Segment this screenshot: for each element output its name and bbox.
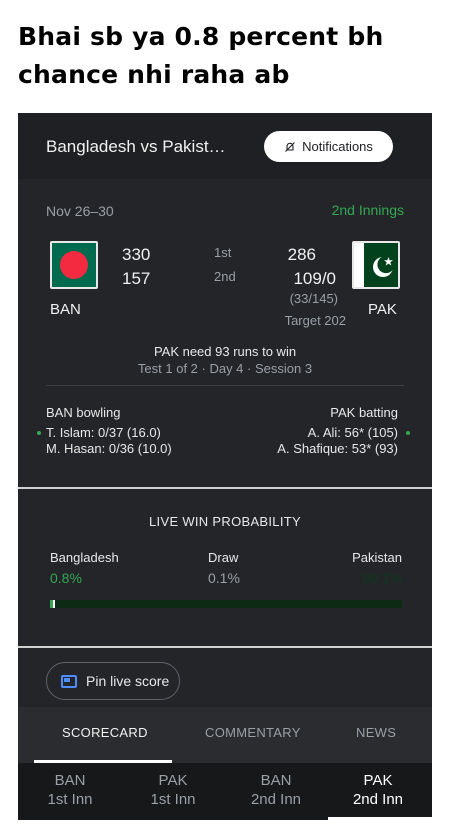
caption-line-2: chance nhi raha ab — [18, 60, 290, 89]
tab-pak-1st-inn[interactable]: PAK 1st Inn — [123, 771, 223, 809]
innings-2nd-label: 2nd — [214, 269, 236, 284]
target-text: Target 202 — [284, 313, 346, 328]
tab-ban-2nd-inn[interactable]: BAN 2nd Inn — [226, 771, 326, 809]
section-separator — [18, 487, 432, 489]
tab-inn: 1st Inn — [47, 791, 93, 808]
wp-draw-label: Draw — [208, 550, 239, 565]
innings-1st-label: 1st — [214, 245, 232, 260]
bangladesh-flag-icon — [50, 241, 98, 289]
bowler-row: M. Hasan: 0/36 (10.0) — [46, 441, 172, 456]
win-probability-bar — [50, 600, 402, 608]
bell-off-icon — [285, 141, 295, 152]
tab-commentary[interactable]: COMMENTARY — [205, 725, 301, 740]
tab-news[interactable]: NEWS — [356, 725, 396, 740]
meme-caption: Bhai sb ya 0.8 percent bh chance nhi rah… — [18, 18, 438, 94]
section-tabs: SCORECARD COMMENTARY NEWS — [18, 707, 432, 763]
active-innings-indicator — [328, 817, 432, 820]
match-header: Bangladesh vs Pakist… Notifications — [18, 113, 432, 179]
tab-team: BAN — [54, 772, 86, 789]
wp-pakistan-label: Pakistan — [352, 550, 402, 565]
notifications-button[interactable]: Notifications — [264, 131, 393, 162]
runs-needed-text: PAK need 93 runs to win — [153, 344, 297, 359]
innings-tabs: BAN 1st Inn PAK 1st Inn BAN 2nd Inn PAK … — [18, 763, 432, 820]
tab-team: PAK — [363, 772, 393, 789]
caption-line-1: Bhai sb ya 0.8 percent bh — [18, 22, 384, 51]
current-bowler-indicator — [37, 431, 41, 435]
match-status-text: Test 1 of 2 · Day 4 · Session 3 — [137, 361, 313, 376]
ban-2nd-innings-score: 157 — [122, 269, 151, 288]
ban-team-code: BAN — [50, 301, 81, 318]
wp-draw-value: 0.1% — [208, 570, 240, 586]
innings-label: 2nd Innings — [331, 202, 404, 218]
pakistan-flag-icon — [352, 241, 400, 289]
pin-live-score-label: Pin live score — [86, 673, 170, 689]
wp-bangladesh-label: Bangladesh — [50, 550, 119, 565]
tab-scorecard[interactable]: SCORECARD — [62, 725, 148, 740]
tab-inn: 2nd Inn — [250, 791, 302, 808]
bowling-heading: BAN bowling — [46, 405, 121, 420]
bowler-row: T. Islam: 0/37 (16.0) — [46, 425, 161, 440]
batting-heading: PAK batting — [330, 405, 398, 420]
pak-team-code: PAK — [368, 301, 397, 318]
section-separator — [18, 646, 432, 648]
picture-in-picture-icon — [61, 674, 77, 688]
wp-bangladesh-value: 0.8% — [50, 570, 82, 586]
tab-inn: 1st Inn — [150, 791, 196, 808]
live-score-card: Bangladesh vs Pakist… Notifications Nov … — [18, 113, 432, 820]
match-title[interactable]: Bangladesh vs Pakist… — [46, 137, 226, 157]
tab-ban-1st-inn[interactable]: BAN 1st Inn — [20, 771, 120, 809]
match-dates: Nov 26–30 — [46, 203, 114, 219]
ban-1st-innings-score: 330 — [122, 245, 151, 264]
tab-team: PAK — [158, 772, 188, 789]
notifications-label: Notifications — [302, 139, 373, 154]
on-strike-indicator — [406, 431, 410, 435]
tab-pak-2nd-inn[interactable]: PAK 2nd Inn — [328, 771, 428, 809]
pak-2nd-innings-score: 109/0 — [293, 269, 336, 288]
batter-row: A. Shafique: 53* (93) — [277, 441, 398, 456]
wp-pakistan-value: 99.1% — [362, 570, 402, 586]
pak-overs: (33/145) — [289, 291, 338, 306]
wp-bar-pakistan — [55, 600, 402, 608]
pin-live-score-button[interactable]: Pin live score — [46, 662, 180, 700]
win-probability-title: LIVE WIN PROBABILITY — [149, 514, 301, 529]
tab-team: BAN — [260, 772, 292, 789]
pak-1st-innings-score: 286 — [287, 245, 316, 264]
tab-inn: 2nd Inn — [352, 791, 404, 808]
batter-row: A. Ali: 56* (105) — [307, 425, 398, 440]
divider — [46, 385, 404, 386]
